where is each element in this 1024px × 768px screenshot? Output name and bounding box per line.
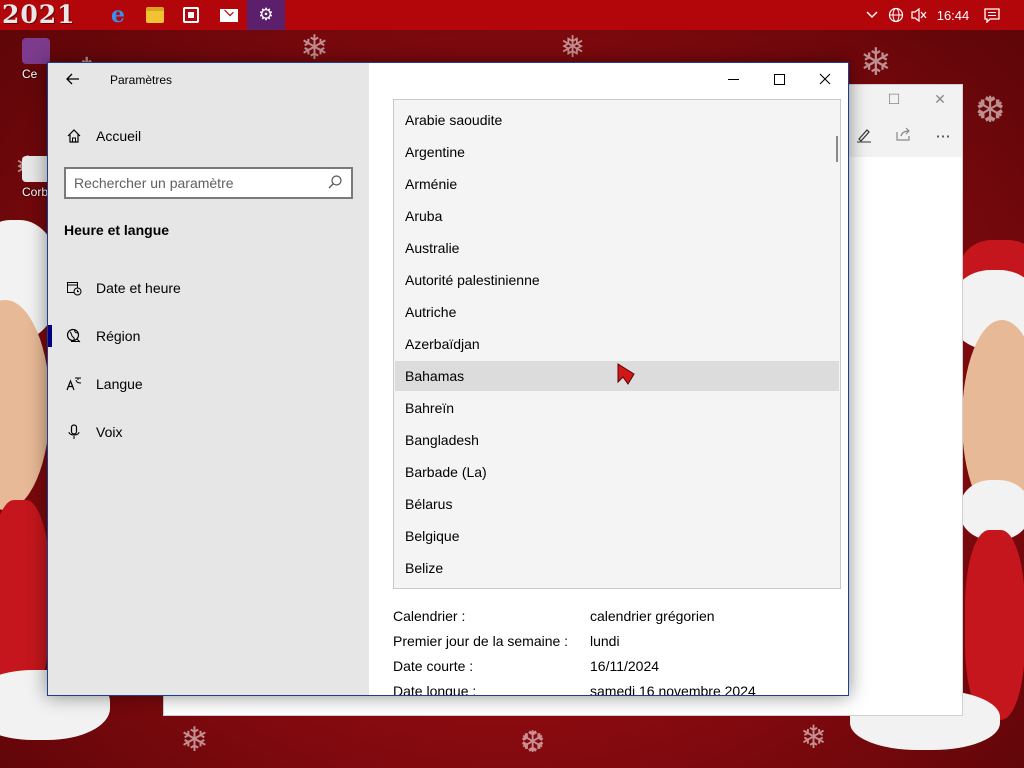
search-input[interactable] xyxy=(74,173,314,193)
calendar-clock-icon xyxy=(65,279,83,297)
mouse-cursor-icon xyxy=(616,362,636,389)
list-item[interactable]: Bélarus xyxy=(395,489,839,519)
nav-item-label: Langue xyxy=(96,376,143,392)
snowflake-icon: ❆ xyxy=(975,90,1006,131)
list-item[interactable]: Belgique xyxy=(395,521,839,551)
globe-icon xyxy=(65,327,83,345)
volume-muted-icon[interactable] xyxy=(908,0,930,30)
nav-region[interactable]: Région xyxy=(48,316,369,356)
app-title: Paramètres xyxy=(110,73,173,87)
section-title: Heure et langue xyxy=(64,222,170,238)
format-label: Calendrier : xyxy=(393,608,466,624)
country-dropdown-list[interactable]: Arabie saoudite Argentine Arménie Aruba … xyxy=(393,99,841,589)
taskbar-app-store[interactable] xyxy=(172,0,210,30)
back-arrow-icon[interactable] xyxy=(62,69,84,91)
list-item[interactable]: Argentine xyxy=(395,137,839,167)
mail-icon xyxy=(220,6,238,22)
red-outfit-right xyxy=(965,530,1024,720)
more-options-icon[interactable]: ⋯ xyxy=(932,127,954,145)
search-icon[interactable] xyxy=(327,174,345,192)
snowflake-icon: ❄ xyxy=(180,720,209,760)
share-icon[interactable] xyxy=(892,127,914,146)
snowflake-icon: ❄ xyxy=(800,718,827,756)
taskbar-app-file-explorer[interactable] xyxy=(136,0,174,30)
clock[interactable]: 16:44 xyxy=(934,0,972,30)
action-center-icon[interactable] xyxy=(978,0,1006,30)
file-explorer-icon xyxy=(146,7,164,23)
list-item[interactable]: Autorité palestinienne xyxy=(395,265,839,295)
list-item[interactable]: Arménie xyxy=(395,169,839,199)
format-label: Date courte : xyxy=(393,658,474,674)
format-label: Date longue : xyxy=(393,683,477,696)
bg-close-icon[interactable]: ✕ xyxy=(930,91,950,108)
taskbar-app-settings[interactable]: ⚙ xyxy=(247,0,285,30)
close-button[interactable] xyxy=(802,63,848,95)
taskbar-app-edge[interactable]: e xyxy=(99,0,137,30)
settings-window: Paramètres Accueil Heure et langue Date … xyxy=(47,62,849,696)
settings-sidebar: Paramètres Accueil Heure et langue Date … xyxy=(48,63,369,695)
dropdown-scrollbar-thumb[interactable] xyxy=(836,136,838,162)
woman-face-left xyxy=(0,300,50,510)
format-value: lundi xyxy=(590,633,620,649)
taskbar: 2021 e ⚙ 16:44 xyxy=(0,0,1024,30)
pen-icon[interactable] xyxy=(853,127,875,147)
format-value: 16/11/2024 xyxy=(590,658,660,674)
maximize-button[interactable] xyxy=(756,63,802,95)
taskbar-app-mail[interactable] xyxy=(210,0,248,30)
nav-voice[interactable]: Voix xyxy=(48,412,369,452)
settings-icon: ⚙ xyxy=(258,5,274,25)
show-hidden-icons-chevron-icon[interactable] xyxy=(862,0,882,30)
computer-icon xyxy=(22,38,50,64)
search-box[interactable] xyxy=(64,167,353,199)
nav-item-label: Date et heure xyxy=(96,280,181,296)
list-item[interactable]: Belize xyxy=(395,553,839,583)
list-item[interactable]: Aruba xyxy=(395,201,839,231)
nav-language[interactable]: Langue xyxy=(48,364,369,404)
edge-icon: e xyxy=(111,2,125,28)
snowflake-icon: ❆ xyxy=(520,725,546,760)
settings-main-pane: Arabie saoudite Argentine Arménie Aruba … xyxy=(369,63,848,696)
nav-home-label: Accueil xyxy=(96,128,142,144)
minimize-button[interactable] xyxy=(710,63,756,95)
format-value: samedi 16 novembre 2024 xyxy=(590,683,756,696)
list-item[interactable]: Barbade (La) xyxy=(395,457,839,487)
list-item[interactable]: Bahreïn xyxy=(395,393,839,423)
taskbar-year-label: 2021 xyxy=(2,0,76,29)
bg-maximize-icon[interactable]: ☐ xyxy=(884,91,904,108)
format-value: calendrier grégorien xyxy=(590,608,715,624)
format-label: Premier jour de la semaine : xyxy=(393,633,569,649)
nav-home[interactable]: Accueil xyxy=(48,116,369,156)
recycle-bin-icon xyxy=(22,156,50,182)
snowflake-icon: ❅ xyxy=(560,30,586,65)
list-item[interactable]: Bangladesh xyxy=(395,425,839,455)
network-globe-icon[interactable] xyxy=(886,0,906,30)
home-icon xyxy=(65,127,83,145)
snowflake-icon: ❄ xyxy=(860,40,892,84)
microphone-icon xyxy=(65,423,83,441)
list-item[interactable]: Autriche xyxy=(395,297,839,327)
list-item[interactable]: Arabie saoudite xyxy=(395,105,839,135)
nav-date-time[interactable]: Date et heure xyxy=(48,268,369,308)
nav-item-label: Région xyxy=(96,328,141,344)
language-icon xyxy=(65,375,83,393)
nav-item-label: Voix xyxy=(96,424,123,440)
list-item[interactable]: Australie xyxy=(395,233,839,263)
list-item[interactable]: Azerbaïdjan xyxy=(395,329,839,359)
store-icon xyxy=(183,7,199,23)
